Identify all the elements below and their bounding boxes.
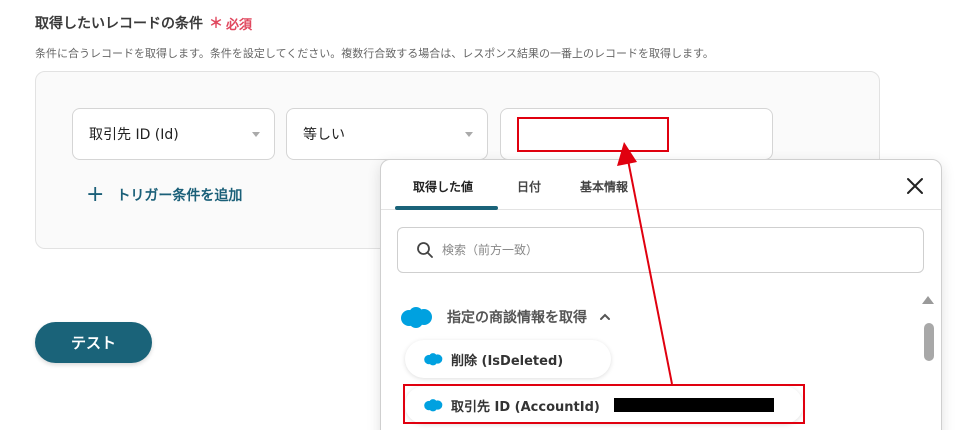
section-description: 条件に合うレコードを取得します。条件を設定してください。複数行合致する場合は、レ…	[35, 47, 714, 60]
required-star: ＊	[209, 16, 223, 32]
plus-icon: +	[86, 182, 105, 207]
field-select[interactable]: 取引先 ID (Id)	[72, 108, 275, 160]
popup-tabs: 取得した値 日付 基本情報	[381, 160, 941, 210]
tab-date[interactable]: 日付	[517, 178, 541, 195]
list-item-isdeleted[interactable]: 削除 (IsDeleted)	[405, 340, 611, 378]
search-input[interactable]	[442, 243, 902, 257]
list-item-label: 削除 (IsDeleted)	[451, 353, 564, 369]
test-button[interactable]: テスト	[35, 322, 152, 363]
chevron-down-icon	[252, 132, 260, 137]
close-icon[interactable]	[905, 176, 925, 196]
salesforce-cloud-icon	[401, 307, 432, 328]
required-label: 必須	[226, 17, 253, 33]
highlight-box-item	[403, 384, 805, 424]
group-header[interactable]: 指定の商談情報を取得	[399, 305, 611, 329]
salesforce-cloud-icon	[424, 353, 443, 366]
chevron-down-icon	[465, 132, 473, 137]
section-title: 取得したいレコードの条件 ＊ 必須	[35, 13, 252, 33]
operator-select-value: 等しい	[303, 127, 345, 143]
value-picker-popup: 取得した値 日付 基本情報 指定の商談情報を取得	[380, 159, 942, 430]
add-trigger-label: トリガー条件を追加	[116, 188, 243, 204]
tab-basic-info[interactable]: 基本情報	[580, 178, 628, 195]
tab-acquired-values[interactable]: 取得した値	[413, 178, 473, 195]
search-icon	[417, 242, 433, 258]
scroll-up-arrow[interactable]	[922, 296, 934, 304]
operator-select[interactable]: 等しい	[286, 108, 488, 160]
scrollbar-thumb[interactable]	[924, 323, 934, 361]
search-box	[397, 227, 924, 273]
active-tab-indicator	[395, 206, 498, 210]
section-title-text: 取得したいレコードの条件	[35, 16, 203, 32]
add-trigger-condition-button[interactable]: + トリガー条件を追加	[86, 184, 242, 206]
field-select-value: 取引先 ID (Id)	[89, 127, 179, 143]
group-label: 指定の商談情報を取得	[447, 310, 587, 326]
highlight-box-input	[517, 117, 669, 152]
chevron-up-icon[interactable]	[599, 311, 611, 323]
